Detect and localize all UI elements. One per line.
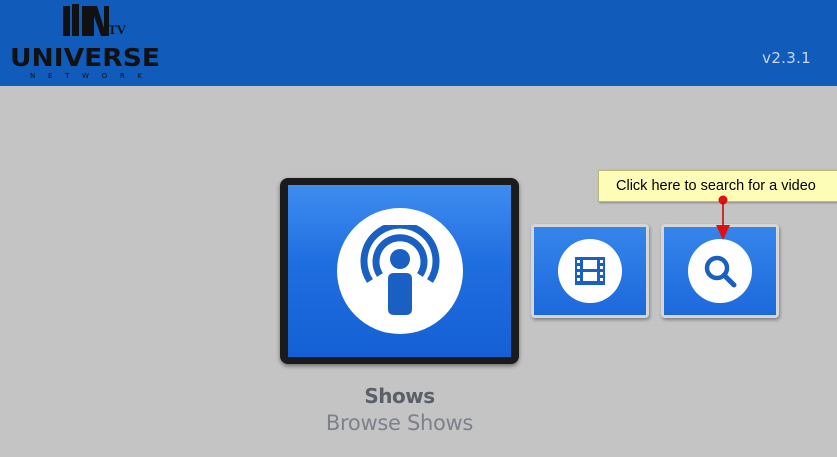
shows-icon-circle bbox=[336, 208, 463, 334]
shows-tile[interactable] bbox=[280, 178, 519, 364]
magnifier-icon bbox=[704, 255, 737, 288]
universe-network-logo: TV UNIVERSE NETWORK bbox=[10, 4, 160, 80]
logo-universe-text: UNIVERSE bbox=[10, 43, 160, 72]
focused-item-subtitle: Browse Shows bbox=[325, 411, 474, 435]
version-label: v2.3.1 bbox=[762, 49, 811, 67]
logo-tv-text: TV bbox=[108, 22, 127, 37]
movies-icon-circle bbox=[558, 239, 622, 303]
tooltip-pointer-arrow bbox=[716, 195, 730, 240]
movies-tile[interactable] bbox=[531, 224, 649, 318]
podcast-icon bbox=[360, 225, 439, 315]
focused-item-title: Shows bbox=[364, 384, 435, 408]
film-strip-icon bbox=[575, 257, 605, 285]
logo-network-text: NETWORK bbox=[30, 72, 142, 80]
search-icon-circle bbox=[688, 239, 752, 303]
app-header: TV UNIVERSE NETWORK v2.3.1 bbox=[0, 0, 837, 86]
